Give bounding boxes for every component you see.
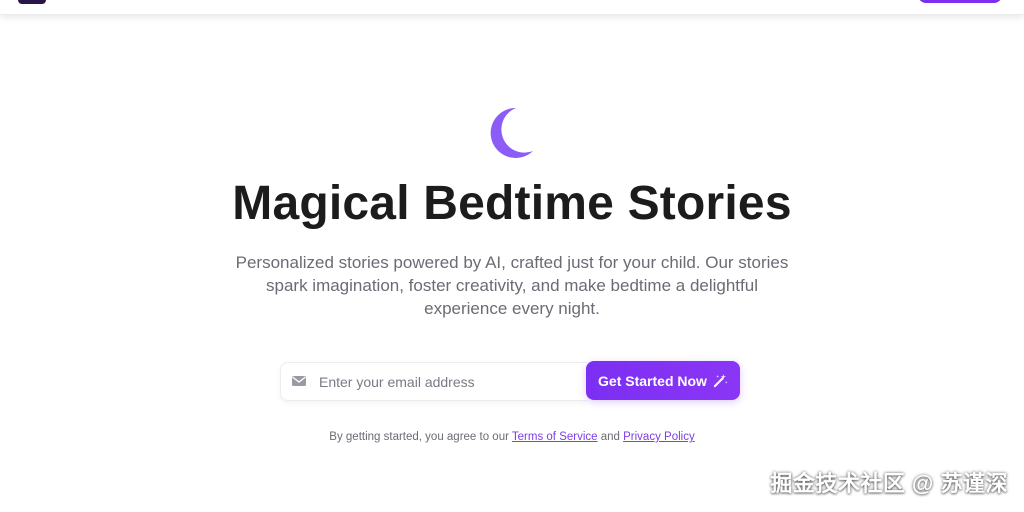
legal-prefix: By getting started, you agree to our xyxy=(329,431,512,443)
email-input[interactable] xyxy=(315,363,585,400)
email-field xyxy=(280,362,587,401)
moon-icon xyxy=(490,107,533,158)
privacy-policy-link[interactable]: Privacy Policy xyxy=(623,431,695,443)
legal-joiner: and xyxy=(597,431,624,443)
get-started-label: Get Started Now xyxy=(598,372,707,389)
get-started-button[interactable]: Get Started Now xyxy=(586,361,740,400)
hero-section: Magical Bedtime Stories Personalized sto… xyxy=(0,0,1024,512)
watermark: 掘金技术社区 @ 苏谨深 xyxy=(770,471,1008,496)
signup-form: Get Started Now xyxy=(280,361,740,401)
terms-of-service-link[interactable]: Terms of Service xyxy=(512,431,598,443)
envelope-icon xyxy=(292,376,306,386)
legal-notice: By getting started, you agree to our Ter… xyxy=(0,431,1024,443)
hero-subtitle: Personalized stories powered by AI, craf… xyxy=(235,253,789,318)
page-title: Magical Bedtime Stories xyxy=(232,177,792,230)
magic-wand-icon xyxy=(713,373,728,388)
